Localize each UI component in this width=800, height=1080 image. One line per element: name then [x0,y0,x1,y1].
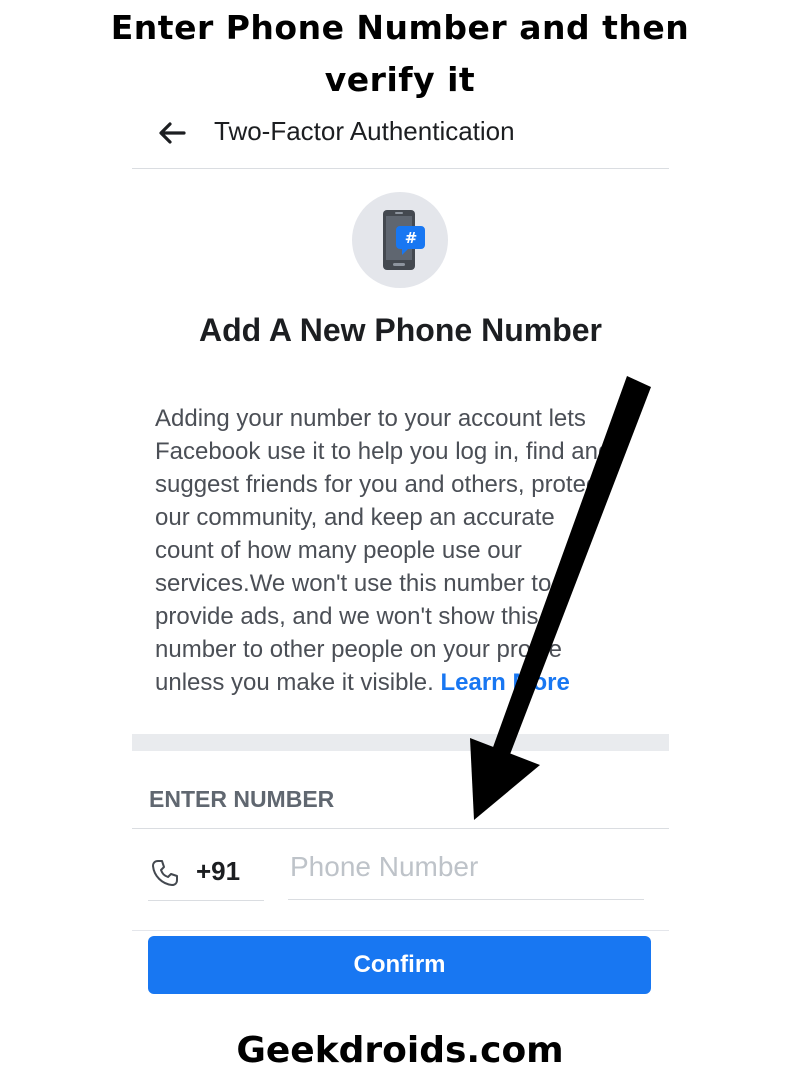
learn-more-link[interactable]: Learn More [440,669,569,696]
description-line: Facebook use it to help you log in, find… [155,438,612,465]
svg-text:#: # [405,229,418,247]
description-line: number to other people on your profile [155,636,562,663]
phone-handset-icon [152,860,178,886]
description-last-line: unless you make it visible. Learn More [155,666,655,699]
description-line: unless you make it visible. [155,669,434,696]
page-title: Two-Factor Authentication [214,116,515,146]
back-arrow-icon[interactable] [158,122,186,144]
description-line: suggest friends for you and others, prot… [155,471,605,498]
description: Adding your number to your account lets … [155,402,655,699]
phone-number-input[interactable] [288,840,644,900]
caption: Enter Phone Number and then verify it [0,2,800,106]
description-line: Adding your number to your account lets [155,405,586,432]
description-line: provide ads, and we won't show this [155,603,539,630]
country-code-selector[interactable]: +91 [148,840,264,901]
caption-line-2: verify it [324,60,476,99]
header-bar: Two-Factor Authentication [132,104,669,169]
description-line: count of how many people use our [155,537,522,564]
section-heading: Add A New Phone Number [199,312,602,348]
divider [132,828,669,829]
description-line: our community, and keep an accurate [155,504,555,531]
description-line: services.We won't use this number to [155,570,552,597]
section-divider [132,734,669,751]
country-code: +91 [196,856,241,886]
phone-hash-icon: # [352,192,448,288]
enter-number-label: ENTER NUMBER [149,786,335,812]
confirm-button[interactable]: Confirm [148,936,651,994]
caption-line-1: Enter Phone Number and then [110,8,690,47]
divider [132,930,669,931]
watermark: Geekdroids.com [236,1030,564,1071]
